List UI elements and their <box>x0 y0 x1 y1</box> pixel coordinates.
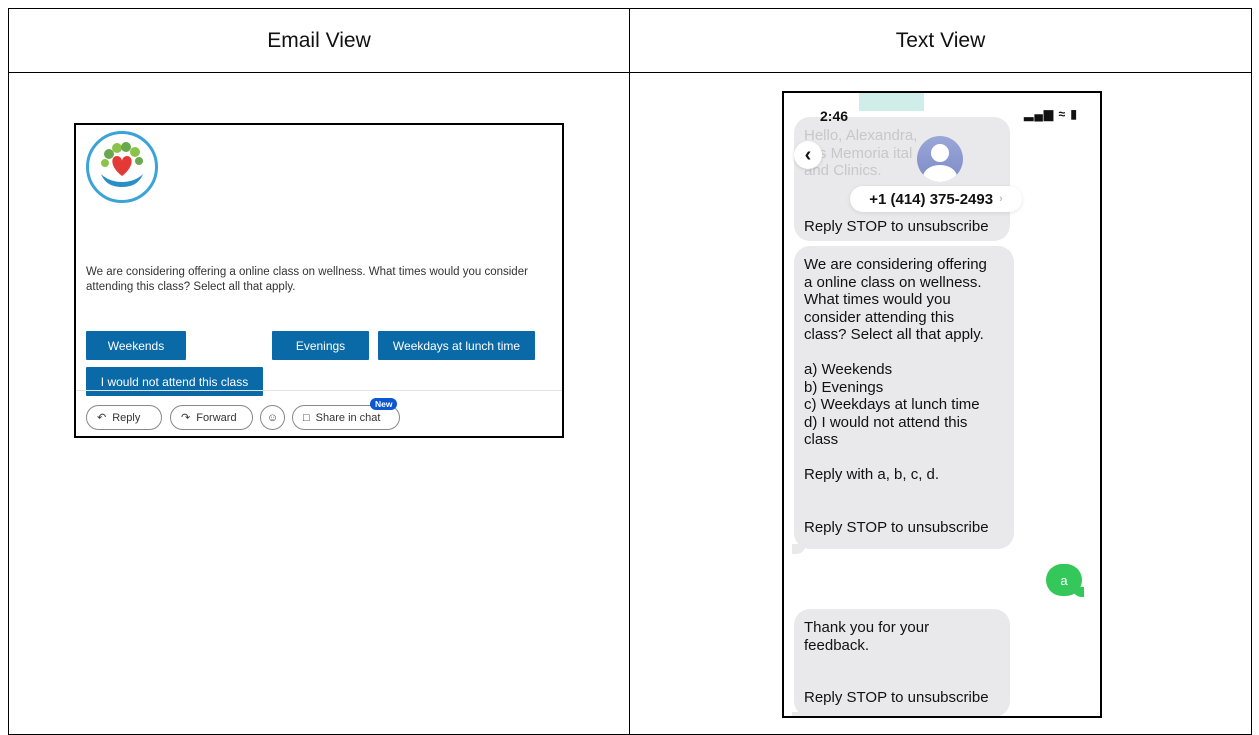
option-c: c) Weekdays at lunch time <box>804 396 980 413</box>
signal-icon: ▂▄▆ <box>1024 107 1055 121</box>
emoji-reaction-button[interactable]: ☺ <box>260 405 285 430</box>
option-a: a) Weekends <box>804 361 893 378</box>
contact-avatar[interactable] <box>917 136 963 182</box>
status-decoration <box>859 93 924 111</box>
chat-bubble-icon: □ <box>303 411 310 424</box>
email-question-text: We are considering offering a online cla… <box>86 266 528 293</box>
evenings-button[interactable]: Evenings <box>272 331 369 360</box>
status-icons: ▂▄▆ ≈ ▮ <box>1024 107 1078 121</box>
option-d: d) I would not attend this <box>804 413 968 431</box>
unsubscribe-text: Reply STOP to unsubscribe <box>804 689 989 706</box>
would-not-attend-button[interactable]: I would not attend this class <box>86 367 263 396</box>
wifi-icon: ≈ <box>1058 107 1067 121</box>
back-chevron-icon[interactable]: ‹ <box>794 141 822 169</box>
chevron-right-icon: › <box>999 193 1003 205</box>
share-label: Share in chat <box>315 411 381 424</box>
email-actions-divider <box>76 390 562 391</box>
email-screenshot: We are considering offering a online cla… <box>74 123 564 438</box>
greeting-message-bubble: Hello, Alexandra, s is Memoria ital and … <box>794 117 1010 241</box>
unsubscribe-text: Reply STOP to unsubscribe <box>804 217 989 235</box>
reply-prompt: Reply with a, b, c, d. <box>804 466 940 483</box>
email-view-header: Email View <box>267 29 371 52</box>
status-time: 2:46 <box>820 108 849 124</box>
new-badge: New <box>370 398 398 410</box>
contact-number: +1 (414) 375-2493 <box>869 190 994 208</box>
forward-label: Forward <box>196 411 237 424</box>
sms-screenshot: Hello, Alexandra, s is Memoria ital and … <box>782 91 1102 718</box>
weekends-button[interactable]: Weekends <box>86 331 186 360</box>
reply-button[interactable]: ↶ Reply <box>86 405 162 430</box>
thanks-message-bubble: Thank you for your feedback. Reply STOP … <box>792 609 1010 716</box>
option-b: b) Evenings <box>804 378 884 396</box>
text-view-header: Text View <box>895 29 986 52</box>
survey-message-bubble: We are considering offering a online cla… <box>792 246 1014 554</box>
weekdays-lunch-button[interactable]: Weekdays at lunch time <box>378 331 535 360</box>
header-divider <box>9 72 1251 73</box>
forward-arrow-icon: ↷ <box>181 412 191 424</box>
reply-arrow-icon: ↶ <box>97 412 107 424</box>
reply-label: Reply <box>112 411 141 424</box>
battery-icon: ▮ <box>1070 107 1078 121</box>
user-reply-bubble: a <box>1046 564 1082 596</box>
unsubscribe-text: Reply STOP to unsubscribe <box>804 518 989 536</box>
smiley-icon: ☺ <box>266 411 279 424</box>
column-divider <box>629 9 630 734</box>
forward-button[interactable]: ↷ Forward <box>170 405 253 430</box>
contact-name-pill[interactable]: +1 (414) 375-2493 › <box>850 186 1022 212</box>
clinic-logo-icon <box>86 131 158 203</box>
